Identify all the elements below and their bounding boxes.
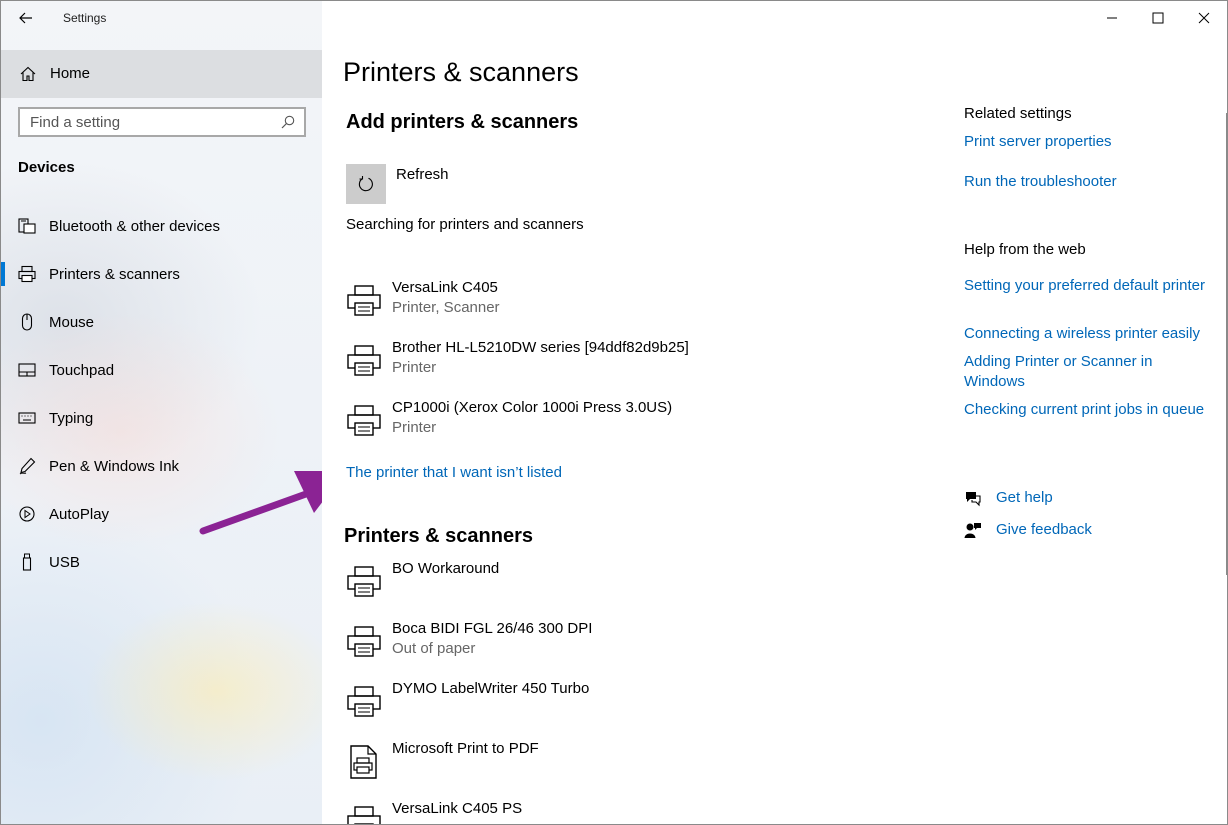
pdf-printer-icon (350, 745, 377, 779)
annotation-arrow (199, 471, 322, 535)
app-title: Settings (63, 11, 107, 25)
sidebar-item-typing[interactable]: Typing (1, 394, 322, 442)
sidebar-item-label: Mouse (49, 314, 95, 331)
sidebar-item-mouse[interactable]: Mouse (1, 298, 322, 346)
printer-icon (347, 566, 381, 597)
printer-name: VersaLink C405 (392, 279, 498, 296)
back-arrow-icon (19, 12, 32, 24)
printer-status: Printer, Scanner (392, 299, 500, 316)
autoplay-icon (19, 506, 35, 522)
sidebar-item-label: Pen & Windows Ink (49, 458, 180, 475)
search-input[interactable] (20, 109, 270, 135)
sidebar-item-usb[interactable]: USB (1, 538, 322, 586)
usb-icon (22, 553, 32, 571)
printer-name: VersaLink C405 PS (392, 800, 523, 817)
printer-status: Printer (392, 359, 437, 376)
help-link-adding-printer[interactable]: Adding Printer or Scanner in Windows (964, 352, 1214, 392)
sidebar: Settings Home Devices Bluetooth & other … (1, 1, 322, 824)
printer-name: BO Workaround (392, 560, 500, 577)
printer-icon (347, 686, 381, 717)
sidebar-item-label: USB (49, 554, 80, 571)
discovered-printer[interactable]: CP1000i (Xerox Color 1000i Press 3.0US) … (346, 399, 906, 451)
printer-name: Brother HL-L5210DW series [94ddf82d9b25] (392, 339, 689, 356)
discovered-printer[interactable]: Brother HL-L5210DW series [94ddf82d9b25]… (346, 339, 906, 391)
main-panel: Printers & scanners Add printers & scann… (322, 1, 1227, 824)
sidebar-item-home[interactable]: Home (1, 50, 322, 98)
feedback-icon (964, 523, 981, 538)
help-link-wireless-printer[interactable]: Connecting a wireless printer easily (964, 324, 1214, 344)
title-bar: Settings (1, 1, 322, 37)
discovered-printer[interactable]: VersaLink C405 Printer, Scanner (346, 279, 906, 331)
search-box (18, 107, 306, 137)
related-settings-title: Related settings (964, 105, 1072, 122)
refresh-icon (358, 176, 373, 192)
get-help-link[interactable]: Get help (996, 489, 1053, 506)
printer-icon (347, 806, 381, 824)
printer-name: Boca BIDI FGL 26/46 300 DPI (392, 620, 593, 637)
close-icon (1198, 12, 1210, 24)
run-troubleshooter-link[interactable]: Run the troubleshooter (964, 172, 1214, 192)
close-button[interactable] (1181, 1, 1227, 35)
back-button[interactable] (11, 5, 41, 31)
sidebar-item-touchpad[interactable]: Touchpad (1, 346, 322, 394)
help-link-default-printer[interactable]: Setting your preferred default printer (964, 276, 1214, 296)
installed-printer[interactable]: Boca BIDI FGL 26/46 300 DPI Out of paper (346, 620, 906, 672)
refresh-label[interactable]: Refresh (396, 166, 449, 183)
sidebar-item-label: Bluetooth & other devices (49, 218, 220, 235)
sidebar-item-bluetooth[interactable]: Bluetooth & other devices (1, 202, 322, 250)
sidebar-item-label: AutoPlay (49, 506, 110, 523)
printer-not-listed-link[interactable]: The printer that I want isn’t listed (346, 464, 562, 481)
printer-icon (347, 626, 381, 657)
get-help-row[interactable]: Get help (964, 487, 1214, 511)
home-icon (20, 66, 36, 82)
page-title: Printers & scanners (343, 57, 579, 87)
printer-icon (347, 345, 381, 376)
add-section-title: Add printers & scanners (346, 111, 579, 133)
pen-icon (19, 457, 36, 475)
mouse-icon (21, 313, 33, 331)
maximize-button[interactable] (1135, 1, 1181, 35)
section-title-devices: Devices (18, 159, 75, 176)
printer-name: Microsoft Print to PDF (392, 740, 539, 757)
home-label: Home (50, 65, 91, 82)
sidebar-item-label: Typing (49, 410, 94, 427)
searching-status: Searching for printers and scanners (346, 216, 584, 233)
refresh-button[interactable] (346, 164, 386, 204)
printer-icon (347, 405, 381, 436)
give-feedback-row[interactable]: Give feedback (964, 519, 1214, 543)
installed-printer[interactable]: VersaLink C405 PS (346, 800, 906, 824)
minimize-button[interactable] (1089, 1, 1135, 35)
sidebar-item-printers[interactable]: Printers & scanners (1, 250, 322, 298)
installed-printer[interactable]: DYMO LabelWriter 450 Turbo (346, 680, 906, 732)
printer-name: DYMO LabelWriter 450 Turbo (392, 680, 590, 697)
printer-icon (18, 265, 36, 283)
help-link-print-jobs[interactable]: Checking current print jobs in queue (964, 400, 1214, 420)
print-server-properties-link[interactable]: Print server properties (964, 132, 1214, 152)
printer-icon (347, 285, 381, 316)
installed-printer[interactable]: Microsoft Print to PDF (346, 740, 906, 792)
printer-name: CP1000i (Xerox Color 1000i Press 3.0US) (392, 399, 673, 416)
printer-status: Printer (392, 419, 437, 436)
settings-window: Settings Home Devices Bluetooth & other … (0, 0, 1228, 825)
give-feedback-link[interactable]: Give feedback (996, 521, 1092, 538)
touchpad-icon (18, 363, 36, 377)
sidebar-item-label: Touchpad (49, 362, 115, 379)
help-from-web-title: Help from the web (964, 241, 1086, 258)
maximize-icon (1152, 12, 1164, 24)
installed-printer[interactable]: BO Workaround (346, 560, 906, 612)
search-icon[interactable] (280, 114, 296, 130)
installed-section-title: Printers & scanners (344, 525, 533, 547)
keyboard-icon (18, 412, 36, 424)
bluetooth-devices-icon (18, 218, 36, 234)
printer-status: Out of paper (392, 640, 476, 657)
get-help-icon (966, 492, 981, 507)
sidebar-item-label: Printers & scanners (49, 266, 180, 283)
minimize-icon (1107, 17, 1117, 19)
